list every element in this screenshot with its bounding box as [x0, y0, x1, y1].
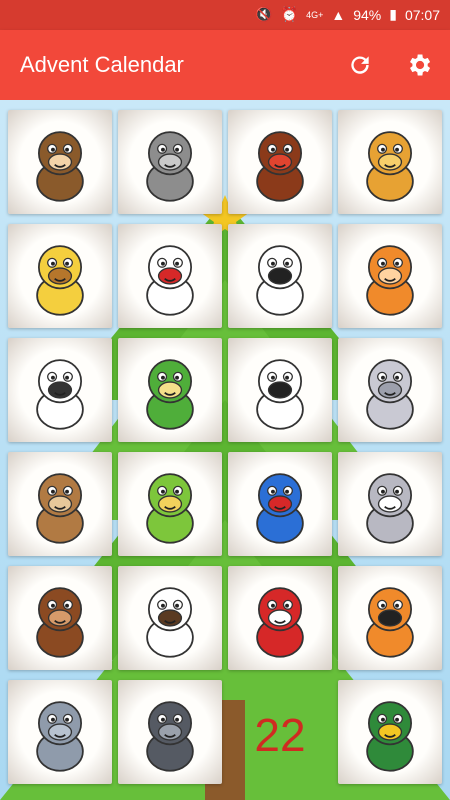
clock: 07:07 [404, 6, 440, 23]
app-bar: Advent Calendar [0, 30, 450, 100]
santa-scene-icon [256, 473, 304, 544]
turkey-icon [256, 131, 304, 202]
calendar-door-donkey[interactable] [118, 110, 222, 214]
elephant-icon [36, 701, 84, 772]
calendar-door-rabbit[interactable] [338, 452, 442, 556]
santa-gifts-icon [256, 587, 304, 658]
duck-icon [366, 701, 414, 772]
tiger-icon [366, 587, 414, 658]
calendar-door-elephant[interactable] [8, 680, 112, 784]
rooster-icon [146, 245, 194, 316]
battery-icon: ▮ [389, 6, 397, 22]
alarm-icon: ⏰ [280, 6, 299, 22]
lion-icon [366, 131, 414, 202]
calendar-door-dog[interactable] [118, 566, 222, 670]
refresh-icon [351, 56, 369, 74]
sheep-icon [36, 359, 84, 430]
calendar-door-rooster[interactable] [118, 224, 222, 328]
calendar-door-gorilla[interactable] [118, 680, 222, 784]
calendar-door-day-22[interactable]: 22 [228, 680, 332, 784]
calendar-door-snake[interactable] [118, 452, 222, 556]
dog-icon [146, 587, 194, 658]
calendar-door-monkey[interactable] [8, 110, 112, 214]
cow-icon [256, 245, 304, 316]
calendar-door-cat[interactable] [338, 224, 442, 328]
calendar-door-giraffe[interactable] [8, 224, 112, 328]
cat-icon [366, 245, 414, 316]
crocodile-icon [146, 359, 194, 430]
calendar-door-cow[interactable] [228, 224, 332, 328]
snake-icon [146, 473, 194, 544]
battery-label: 94% [353, 6, 382, 23]
mute-icon: 🔇 [255, 6, 273, 22]
status-bar: 🔇 ⏰ 4G+ ▲ 94% ▮ 07:07 [0, 0, 450, 30]
advent-grid: 22 [8, 110, 442, 800]
app-title: Advent Calendar [20, 52, 184, 77]
horse-icon [36, 587, 84, 658]
network-label: 4G+ [306, 9, 324, 20]
day-number: 22 [254, 709, 306, 761]
calendar-door-hippo[interactable] [338, 338, 442, 442]
refresh-button[interactable] [345, 50, 375, 80]
calendar-door-bear[interactable] [8, 452, 112, 556]
zebra-icon [256, 359, 304, 430]
donkey-icon [146, 131, 194, 202]
signal-icon: ▲ [331, 6, 346, 23]
gear-icon [410, 54, 431, 76]
calendar-door-santa-scene[interactable] [228, 452, 332, 556]
giraffe-icon [36, 245, 84, 316]
gorilla-icon [146, 701, 194, 772]
monkey-icon [36, 131, 84, 202]
calendar-door-tiger[interactable] [338, 566, 442, 670]
calendar-door-santa-gifts[interactable] [228, 566, 332, 670]
calendar-door-turkey[interactable] [228, 110, 332, 214]
calendar-door-sheep[interactable] [8, 338, 112, 442]
bear-icon [36, 473, 84, 544]
calendar-door-horse[interactable] [8, 566, 112, 670]
calendar-door-lion[interactable] [338, 110, 442, 214]
settings-button[interactable] [404, 50, 434, 80]
hippo-icon [366, 359, 414, 430]
rabbit-icon [366, 473, 414, 544]
calendar-door-duck[interactable] [338, 680, 442, 784]
calendar-door-zebra[interactable] [228, 338, 332, 442]
calendar-door-crocodile[interactable] [118, 338, 222, 442]
